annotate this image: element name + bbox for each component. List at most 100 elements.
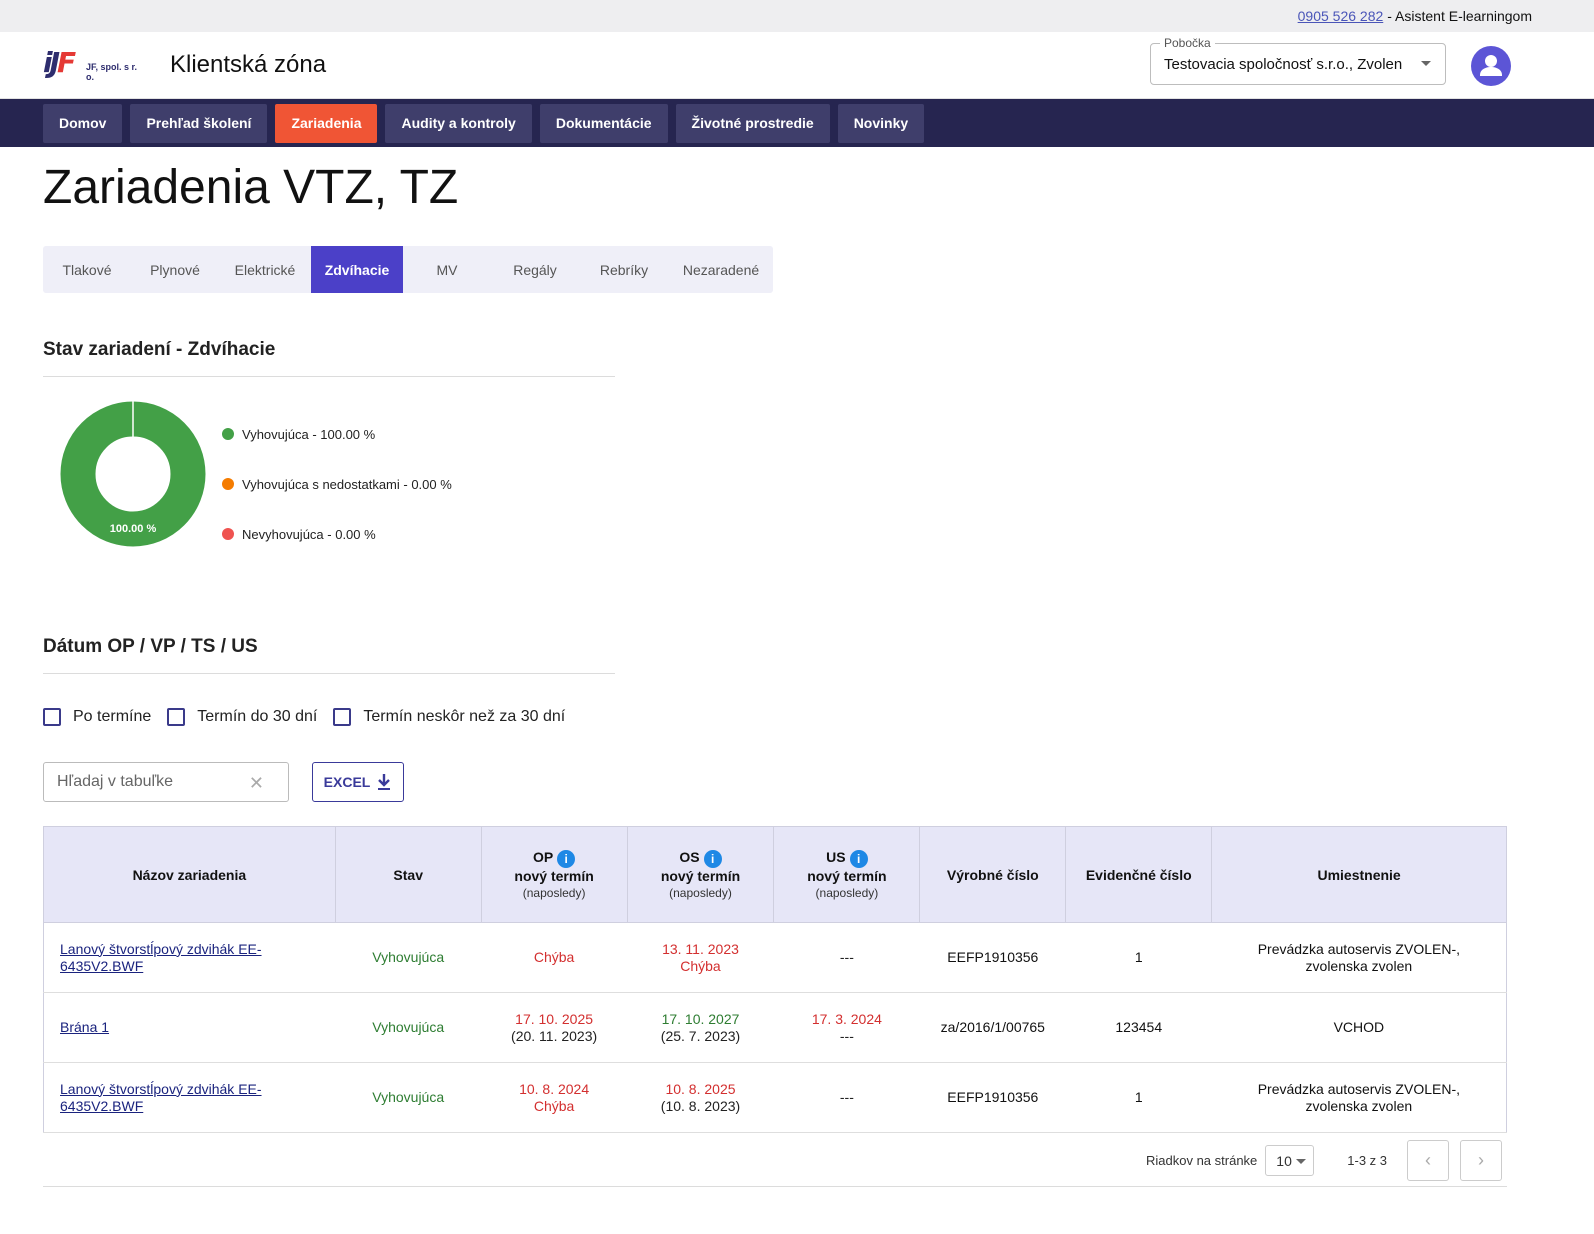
serial-cell: EEFP1910356 [919, 1062, 1066, 1133]
logo-mark: iJF [43, 46, 76, 79]
status-section-title: Stav zariadení - Zdvíhacie [43, 339, 276, 360]
op-cell: Chýba [481, 922, 628, 993]
chevron-right-icon: › [1478, 1150, 1485, 1170]
close-icon[interactable]: ✕ [249, 773, 264, 794]
excel-export-button[interactable]: EXCEL [312, 762, 404, 802]
nav-news[interactable]: Novinky [837, 103, 925, 143]
col-header-os[interactable]: OS i nový termín (naposledy) [626, 826, 775, 923]
phone-link[interactable]: 0905 526 282 [1298, 8, 1384, 24]
legend-dot [222, 528, 234, 540]
table-row[interactable]: Lanový štvorstĺpový zdvihák EE-6435V2.BW… [43, 922, 1507, 993]
device-link[interactable]: Brána 1 [60, 1019, 109, 1035]
date-section-title: Dátum OP / VP / TS / US [43, 636, 258, 657]
tab-nezaradene[interactable]: Nezaradené [669, 246, 773, 293]
filter-within-30-days[interactable]: Termín do 30 dní [167, 708, 317, 726]
os-last-date: Chýba [680, 957, 721, 974]
device-link[interactable]: Lanový štvorstĺpový zdvihák EE-6435V2.BW… [60, 941, 262, 974]
checkbox[interactable] [43, 708, 61, 726]
pagination: Riadkov na stránke 10 1-3 z 3 ‹ › [1146, 1140, 1503, 1181]
checkbox[interactable] [167, 708, 186, 726]
filter-after-30-days[interactable]: Termín neskôr než za 30 dní [333, 708, 565, 726]
status-legend: Vyhovujúca - 100.00 % Vyhovujúca s nedos… [222, 425, 452, 575]
legend-item-ok: Vyhovujúca - 100.00 % [222, 425, 452, 443]
tab-plynove[interactable]: Plynové [131, 246, 219, 293]
col-header-op[interactable]: OP i nový termín (naposledy) [480, 826, 628, 923]
name-cell: Brána 1 [43, 992, 336, 1063]
nav-devices[interactable]: Zariadenia [275, 103, 378, 143]
os-last-date: (25. 7. 2023) [660, 1027, 741, 1044]
user-avatar-button[interactable] [1471, 46, 1511, 86]
filter-label: Termín do 30 dní [197, 708, 318, 725]
branch-value: Testovacia spoločnosť s.r.o., Zvolen [1164, 55, 1403, 73]
status-cell: Vyhovujúca [335, 922, 482, 993]
top-bar: 0905 526 282 - Asistent E-learningom [0, 0, 1594, 32]
tab-mv[interactable]: MV [403, 246, 491, 293]
status-cell: Vyhovujúca [335, 1062, 482, 1133]
rows-per-page-select[interactable]: 10 [1265, 1145, 1315, 1176]
search-placeholder: Hľadaj v tabuľke [57, 773, 174, 790]
col-header-status[interactable]: Stav [334, 826, 482, 923]
col-header-serial[interactable]: Výrobné číslo [919, 826, 1067, 923]
table-row[interactable]: Brána 1 Vyhovujúca 17. 10. 2025 (20. 11. 20… [43, 992, 1507, 1063]
op-last-date: (20. 11. 2023) [511, 1027, 598, 1044]
page-range: 1-3 z 3 [1347, 1153, 1388, 1168]
prev-page-button[interactable]: ‹ [1407, 1140, 1450, 1181]
checkbox[interactable] [333, 708, 352, 726]
us-new-date: 17. 3. 2024 [811, 1010, 882, 1027]
serial-cell: za/2016/1/00765 [919, 992, 1066, 1063]
legend-label: Nevyhovujúca - 0.00 % [242, 526, 376, 542]
tab-regaly[interactable]: Regály [491, 246, 579, 293]
us-cell: --- [773, 1062, 920, 1133]
col-header-us[interactable]: US i nový termín (naposledy) [773, 826, 921, 923]
header: iJF JF, spol. s r. o. Klientská zóna Pob… [0, 32, 1594, 99]
tab-zdvihacie[interactable]: Zdvíhacie [311, 246, 403, 293]
rows-per-page-label: Riadkov na stránke [1146, 1153, 1258, 1168]
nav-documentation[interactable]: Dokumentácie [539, 103, 668, 143]
os-cell: 13. 11. 2023 Chýba [627, 922, 774, 993]
legend-item-partial: Vyhovujúca s nedostatkami - 0.00 % [222, 475, 452, 493]
app-title: Klientská zóna [170, 51, 327, 78]
filter-label: Termín neskôr než za 30 dní [363, 708, 566, 725]
next-page-button[interactable]: › [1460, 1140, 1503, 1181]
info-icon[interactable]: i [849, 849, 868, 868]
logo-subtitle: JF, spol. s r. o. [86, 62, 138, 82]
filter-overdue[interactable]: Po termíne [43, 708, 151, 726]
table-header-row: Názov zariadenia Stav OP i nový termín (n… [43, 826, 1507, 923]
table-search-input[interactable]: Hľadaj v tabuľke ✕ [43, 762, 289, 802]
download-icon [378, 774, 391, 790]
tab-rebriky[interactable]: Rebríky [579, 246, 669, 293]
nav-audits[interactable]: Audity a kontroly [385, 103, 532, 143]
device-type-tabs: Tlakové Plynové Elektrické Zdvíhacie MV … [43, 246, 773, 293]
us-cell: --- [773, 922, 920, 993]
excel-label: EXCEL [323, 774, 371, 790]
location-cell: Prevádzka autoservis ZVOLEN-, zvolenska … [1211, 922, 1507, 993]
col-header-location[interactable]: Umiestnenie [1211, 826, 1507, 923]
col-header-evidence[interactable]: Evidenčné číslo [1065, 826, 1213, 923]
location-cell: VCHOD [1211, 992, 1507, 1063]
us-new-date: --- [839, 949, 854, 965]
table-row[interactable]: Lanový štvorstĺpový zdvihák EE-6435V2.BW… [43, 1062, 1507, 1133]
us-new-date: --- [839, 1089, 854, 1105]
branch-select[interactable]: Pobočka Testovacia spoločnosť s.r.o., Zv… [1150, 36, 1446, 85]
branch-label: Pobočka [1160, 36, 1215, 50]
os-new-date: 10. 8. 2025 [665, 1080, 736, 1097]
device-link[interactable]: Lanový štvorstĺpový zdvihák EE-6435V2.BW… [60, 1081, 262, 1114]
tab-elektricke[interactable]: Elektrické [219, 246, 311, 293]
legend-label: Vyhovujúca s nedostatkami - 0.00 % [242, 476, 452, 492]
info-icon[interactable]: i [703, 849, 722, 868]
legend-dot [222, 428, 234, 440]
tab-tlakove[interactable]: Tlakové [43, 246, 131, 293]
divider [43, 1186, 1507, 1187]
info-icon[interactable]: i [557, 849, 576, 868]
status-cell: Vyhovujúca [335, 992, 482, 1063]
user-icon [1480, 55, 1502, 76]
nav-environment[interactable]: Životné prostredie [675, 103, 830, 143]
nav-trainings[interactable]: Prehľad školení [130, 103, 268, 143]
os-last-date: (10. 8. 2023) [660, 1097, 741, 1114]
op-new-date: Chýba [533, 949, 575, 965]
evidence-cell: 123454 [1065, 992, 1212, 1063]
us-cell: 17. 3. 2024 --- [773, 992, 920, 1063]
col-header-name[interactable]: Názov zariadenia [43, 826, 336, 923]
company-logo[interactable]: iJF JF, spol. s r. o. [43, 46, 143, 83]
nav-home[interactable]: Domov [43, 103, 123, 143]
